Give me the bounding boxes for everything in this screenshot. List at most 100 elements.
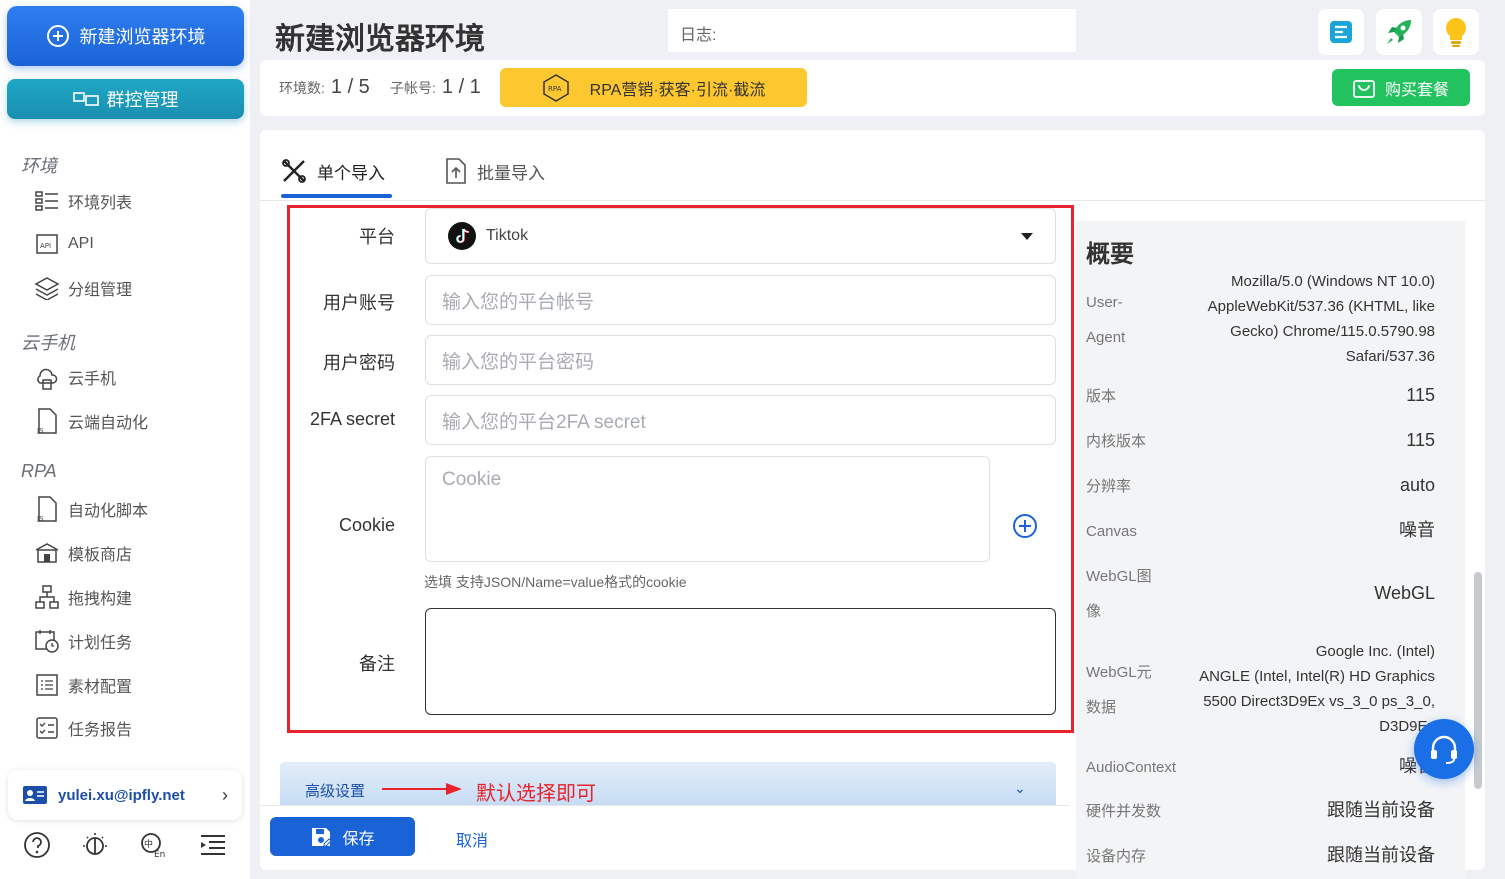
store-icon	[34, 540, 60, 566]
rocket-button[interactable]	[1376, 9, 1422, 55]
svg-text:中: 中	[144, 838, 153, 850]
tab-batch-import[interactable]: 批量导入	[445, 156, 545, 186]
summary-key-webgl-meta: WebGL元 数据	[1086, 655, 1161, 725]
remark-textarea[interactable]	[425, 608, 1056, 715]
ua-line: AppleWebKit/537.36 (KHTML, like	[1207, 298, 1435, 315]
help-icon[interactable]	[23, 831, 51, 864]
password-input[interactable]: 输入您的平台密码	[425, 335, 1056, 385]
log-display: 日志:	[668, 9, 1076, 52]
sidebar-item-cloud-automation[interactable]: JS 云端自动化	[34, 406, 148, 436]
new-browser-env-button[interactable]: 新建浏览器环境	[7, 6, 244, 66]
sidebar-item-group-mgmt[interactable]: 分组管理	[34, 273, 132, 303]
sidebar-item-label: 计划任务	[68, 635, 133, 652]
collapse-menu-icon[interactable]	[199, 833, 227, 862]
webgl-meta-line: ANGLE (Intel, Intel(R) HD Graphics	[1199, 668, 1435, 685]
add-cookie-icon[interactable]	[1012, 513, 1038, 544]
twofa-input[interactable]: 输入您的平台2FA secret	[425, 395, 1056, 445]
env-count-label: 环境数:	[279, 80, 325, 96]
sidebar-item-label: API	[68, 235, 94, 252]
sidebar-item-label: 模板商店	[68, 547, 133, 564]
tab-batch-import-label: 批量导入	[477, 163, 545, 183]
summary-key-line: 像	[1086, 603, 1102, 620]
user-account-card[interactable]: yulei.xu@ipfly.net ›	[8, 770, 242, 820]
summary-key-line: WebGL图	[1086, 568, 1152, 585]
webgl-meta-line: Google Inc. (Intel)	[1315, 643, 1435, 660]
api-chip-icon: API	[34, 231, 60, 257]
sidebar-item-label: 环境列表	[68, 195, 133, 212]
red-arrow-icon	[382, 783, 462, 795]
webgl-meta-line: 5500 Direct3D9Ex vs_3_0 ps_3_0,	[1203, 693, 1435, 710]
account-label: 用户账号	[323, 293, 395, 313]
account-input[interactable]: 输入您的平台帐号	[425, 275, 1056, 325]
sidebar-item-schedule[interactable]: 计划任务	[34, 626, 132, 656]
summary-key-webgl-image: WebGL图 像	[1086, 559, 1161, 629]
sidebar-item-template-store[interactable]: 模板商店	[34, 538, 132, 568]
cookie-label: Cookie	[338, 515, 395, 535]
sidebar: 新建浏览器环境 群控管理 环境 环境列表 API API 分组管理 云手机 云手…	[0, 0, 250, 879]
rpa-banner-label: RPA营销·获客·引流·截流	[589, 81, 766, 99]
sidebar-bottom-toolbar: 中 En	[8, 825, 242, 869]
platform-label: 平台	[359, 227, 395, 247]
tab-single-import[interactable]: 单个导入	[281, 156, 385, 186]
sidebar-item-label: 自动化脚本	[68, 503, 149, 520]
sidebar-item-report[interactable]: 任务报告	[34, 713, 132, 743]
summary-title: 概要	[1086, 241, 1134, 268]
sub-account-value: 1 / 1	[441, 76, 481, 98]
summary-scrollbar[interactable]	[1474, 572, 1482, 789]
svg-text:JS: JS	[36, 515, 44, 522]
summary-key-kernel: 内核版本	[1086, 433, 1147, 450]
ua-line: Mozilla/5.0 (Windows NT 10.0)	[1231, 273, 1435, 290]
headset-icon	[1431, 735, 1457, 764]
sidebar-item-material[interactable]: 素材配置	[34, 670, 132, 700]
doc-shortcut-button[interactable]	[1318, 9, 1364, 55]
svg-text:API: API	[40, 242, 51, 250]
document-list-icon	[34, 672, 60, 698]
customer-support-button[interactable]	[1414, 719, 1474, 779]
language-icon[interactable]: 中 En	[139, 831, 169, 864]
section-title-cloud-phone: 云手机	[21, 333, 75, 353]
section-title-env: 环境	[21, 156, 57, 176]
chevron-right-icon: ›	[222, 784, 228, 805]
rpa-marketing-banner[interactable]: RPA RPA营销·获客·引流·截流	[500, 68, 807, 107]
lightbulb-icon	[1446, 18, 1466, 47]
summary-value-user-agent: Mozilla/5.0 (Windows NT 10.0) AppleWebKi…	[1208, 269, 1435, 369]
js-file-icon: JS	[34, 408, 60, 434]
summary-value-resolution: auto	[1399, 475, 1435, 495]
sidebar-item-env-list[interactable]: 环境列表	[34, 186, 132, 216]
env-count-value: 1 / 5	[330, 76, 370, 98]
sidebar-item-drag-build[interactable]: 拖拽构建	[34, 582, 132, 612]
cancel-button[interactable]: 取消	[456, 827, 488, 851]
summary-key-canvas: Canvas	[1086, 523, 1137, 540]
sidebar-item-auto-script[interactable]: JS 自动化脚本	[34, 494, 148, 524]
tips-button[interactable]	[1433, 9, 1479, 55]
buy-plan-label: 购买套餐	[1384, 81, 1449, 99]
ua-line: Gecko) Chrome/115.0.5790.98	[1230, 323, 1435, 340]
cookie-textarea[interactable]: Cookie	[425, 456, 990, 562]
sub-account-label: 子帐号:	[390, 80, 436, 96]
js-file-icon: JS	[34, 496, 60, 522]
summary-key-hw-concurrency: 硬件并发数	[1086, 803, 1162, 820]
ua-line: Safari/537.36	[1345, 348, 1435, 365]
advanced-settings-label: 高级设置	[305, 783, 366, 800]
theme-icon[interactable]	[81, 831, 109, 864]
sidebar-item-label: 任务报告	[68, 722, 133, 739]
buy-plan-button[interactable]: 购买套餐	[1332, 69, 1470, 106]
summary-value-canvas: 噪音	[1399, 520, 1435, 540]
platform-select[interactable]: Tiktok	[425, 208, 1056, 264]
shopping-bag-icon	[1353, 79, 1375, 98]
sidebar-item-cloud-phone[interactable]: 云手机	[34, 362, 116, 392]
sidebar-item-label: 素材配置	[68, 679, 133, 696]
summary-value-kernel: 115	[1406, 430, 1435, 450]
save-button[interactable]: 保存	[270, 817, 415, 856]
id-card-icon	[23, 786, 47, 804]
checklist-icon	[34, 715, 60, 741]
monitor-icon	[72, 92, 99, 106]
rpa-badge-icon: RPA	[542, 73, 569, 102]
summary-key-memory: 设备内存	[1086, 848, 1147, 865]
tiktok-logo-icon	[448, 222, 476, 250]
advanced-settings-note: 默认选择即可	[476, 783, 596, 805]
chevron-down-icon[interactable]: ⌄	[1014, 780, 1026, 797]
group-control-button[interactable]: 群控管理	[7, 79, 244, 119]
sidebar-item-api[interactable]: API API	[34, 229, 94, 259]
group-control-label: 群控管理	[106, 90, 179, 110]
